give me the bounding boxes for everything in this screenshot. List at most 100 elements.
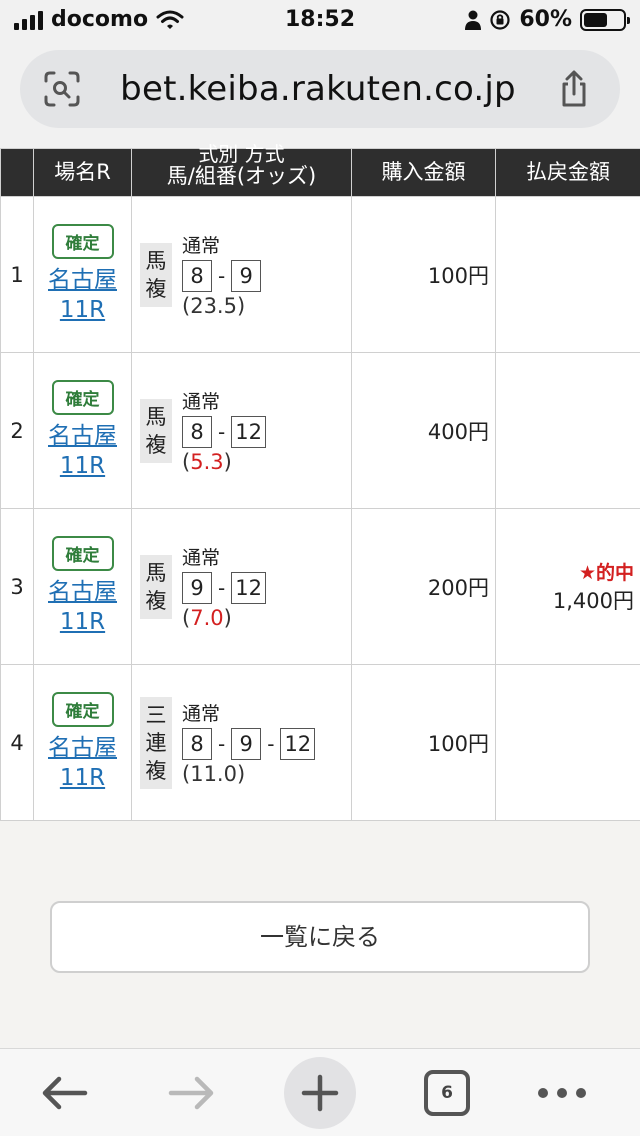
- combo-separator: -: [218, 576, 226, 600]
- header-purchase: 購入金額: [351, 148, 496, 197]
- race-cell: 確定 名古屋 11R: [33, 508, 132, 665]
- back-to-list-button[interactable]: 一覧に戻る: [50, 901, 590, 973]
- bet-detail: 通常 8-12 (5.3): [182, 387, 266, 474]
- bet-type-char: 複: [145, 758, 167, 783]
- bet-type: 馬複: [140, 398, 172, 463]
- payout-cell: [495, 196, 640, 353]
- odds-close: ): [236, 762, 246, 786]
- horse-number: 8: [182, 416, 212, 448]
- bet-type-char: 複: [145, 588, 167, 613]
- row-number: 2: [0, 352, 34, 509]
- bet-cell: 馬複 通常 9-12 (7.0): [131, 508, 352, 665]
- tabs-button[interactable]: 6: [417, 1063, 477, 1123]
- header-race: 場名R: [33, 148, 132, 197]
- row-number: 4: [0, 664, 34, 821]
- bet-type: 馬複: [140, 554, 172, 619]
- back-arrow-icon[interactable]: [39, 1073, 89, 1113]
- share-icon[interactable]: [554, 69, 594, 109]
- bet-type-char: 馬: [145, 404, 167, 429]
- race-cell: 確定 名古屋 11R: [33, 664, 132, 821]
- venue-name[interactable]: 名古屋: [34, 265, 131, 295]
- odds-value: 7.0: [190, 606, 224, 630]
- more-button[interactable]: [532, 1063, 592, 1123]
- hit-label: ★的中: [578, 562, 634, 584]
- bet-cell: 馬複 通常 8-9 (23.5): [131, 196, 352, 353]
- race-link[interactable]: 名古屋 11R: [34, 577, 131, 637]
- horse-combination: 8-9: [182, 260, 262, 292]
- more-icon[interactable]: [536, 1086, 588, 1100]
- purchase-amount: 100円: [351, 664, 496, 821]
- venue-name[interactable]: 名古屋: [34, 733, 131, 763]
- bet-inner: 馬複 通常 8-12 (5.3): [140, 387, 351, 474]
- odds-value: 11.0: [190, 762, 237, 786]
- odds-open: (: [182, 762, 191, 786]
- horse-number: 12: [280, 728, 316, 760]
- race-number[interactable]: 11R: [34, 295, 131, 325]
- bet-cell: 馬複 通常 8-12 (5.3): [131, 352, 352, 509]
- horse-number: 9: [182, 572, 212, 604]
- venue-name[interactable]: 名古屋: [34, 421, 131, 451]
- combo-separator: -: [218, 420, 226, 444]
- venue-name[interactable]: 名古屋: [34, 577, 131, 607]
- combo-separator: -: [267, 732, 275, 756]
- plus-icon[interactable]: [300, 1073, 340, 1113]
- url-text[interactable]: bet.keiba.rakuten.co.jp: [82, 69, 554, 109]
- status-badge: 確定: [51, 380, 114, 415]
- back-button[interactable]: [34, 1063, 94, 1123]
- race-number[interactable]: 11R: [34, 763, 131, 793]
- horse-number: 12: [231, 416, 266, 448]
- horse-number: 9: [231, 728, 262, 760]
- bet-table: 場名R 式別 方式 馬/組番(オッズ) 購入金額 払戻金額 1 確定 名古屋 1…: [0, 143, 640, 821]
- race-link[interactable]: 名古屋 11R: [34, 265, 131, 325]
- bet-mode: 通常: [182, 391, 221, 413]
- bet-detail: 通常 8-9-12 (11.0): [182, 699, 316, 786]
- race-link[interactable]: 名古屋 11R: [34, 733, 131, 793]
- odds: (11.0): [182, 762, 315, 786]
- lens-icon[interactable]: [42, 69, 82, 109]
- purchase-amount: 200円: [351, 508, 496, 665]
- odds-close: ): [236, 294, 246, 318]
- bet-type-char: 複: [145, 276, 167, 301]
- table-row: 2 確定 名古屋 11R 馬複 通常 8-12 (5.3) 400円: [0, 352, 640, 509]
- horse-number: 9: [231, 260, 262, 292]
- horse-combination: 9-12: [182, 572, 266, 604]
- battery-fill: [584, 12, 607, 27]
- forward-arrow-icon[interactable]: [167, 1073, 217, 1113]
- bet-detail: 通常 8-9 (23.5): [182, 231, 262, 318]
- bet-mode: 通常: [182, 547, 221, 569]
- status-right: 60%: [465, 7, 630, 32]
- header-method-line2: 馬/組番(オッズ): [166, 163, 317, 188]
- race-number[interactable]: 11R: [34, 451, 131, 481]
- odds-open: (: [182, 294, 191, 318]
- bet-inner: 馬複 通常 8-9 (23.5): [140, 231, 351, 318]
- combo-separator: -: [218, 732, 226, 756]
- table-row: 1 確定 名古屋 11R 馬複 通常 8-9 (23.5) 100円: [0, 196, 640, 353]
- odds-close: ): [223, 606, 232, 630]
- status-badge: 確定: [51, 536, 114, 571]
- race-link[interactable]: 名古屋 11R: [34, 421, 131, 481]
- payout-amount: 1,400円: [552, 589, 634, 613]
- bet-mode: 通常: [182, 235, 221, 257]
- orientation-lock-icon: [490, 9, 510, 30]
- battery-icon: [580, 8, 630, 31]
- race-number[interactable]: 11R: [34, 607, 131, 637]
- combo-separator: -: [218, 264, 226, 288]
- battery-percent: 60%: [519, 7, 572, 32]
- odds: (5.3): [182, 450, 266, 474]
- url-bar[interactable]: bet.keiba.rakuten.co.jp: [20, 50, 620, 128]
- new-tab-button[interactable]: [284, 1057, 356, 1129]
- browser-url-area: bet.keiba.rakuten.co.jp: [0, 44, 640, 148]
- bet-type: 馬複: [140, 242, 172, 307]
- odds-close: ): [223, 450, 232, 474]
- table-header-row: 場名R 式別 方式 馬/組番(オッズ) 購入金額 払戻金額: [0, 143, 640, 197]
- status-badge: 確定: [51, 692, 114, 727]
- purchase-amount: 100円: [351, 196, 496, 353]
- payout-cell: [495, 352, 640, 509]
- header-payout: 払戻金額: [495, 148, 640, 197]
- bet-type-char: 連: [145, 730, 167, 755]
- status-badge: 確定: [51, 224, 114, 259]
- payout-cell: ★的中 1,400円: [495, 508, 640, 665]
- tabs-icon[interactable]: 6: [424, 1070, 470, 1116]
- forward-button[interactable]: [162, 1063, 222, 1123]
- purchase-amount: 400円: [351, 352, 496, 509]
